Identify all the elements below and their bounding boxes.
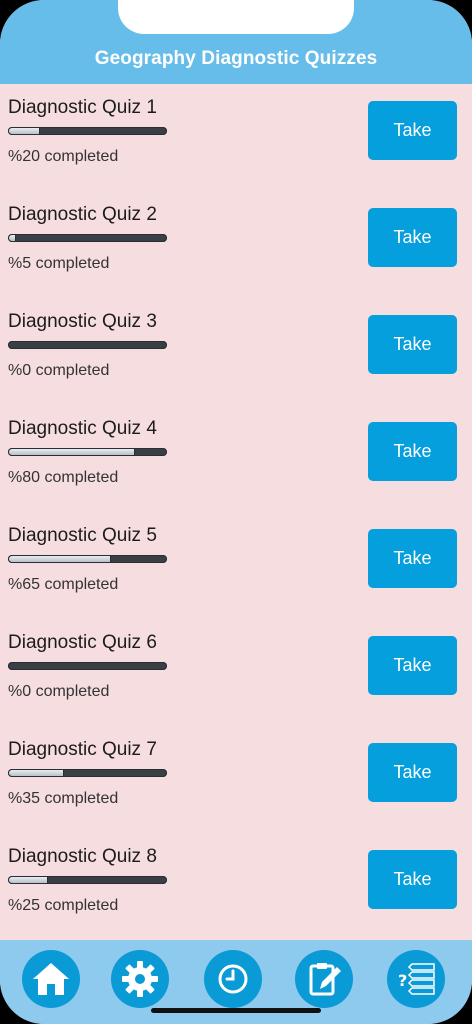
quiz-name: Diagnostic Quiz 4 [8, 418, 157, 439]
completion-status: %65 completed [8, 576, 119, 593]
quiz-row-3: Diagnostic Quiz 3 %0 completed Take [0, 298, 472, 405]
quiz-name: Diagnostic Quiz 8 [8, 846, 157, 867]
home-indicator [151, 1008, 321, 1013]
progress-bar [8, 555, 167, 563]
quiz-row-7: Diagnostic Quiz 7 %35 completed Take [0, 726, 472, 833]
take-quiz-button[interactable]: Take [368, 101, 457, 160]
take-quiz-button[interactable]: Take [368, 743, 457, 802]
take-quiz-button[interactable]: Take [368, 315, 457, 374]
quiz-row-4: Diagnostic Quiz 4 %80 completed Take [0, 405, 472, 512]
progress-bar [8, 234, 167, 242]
tab-notes[interactable] [295, 950, 353, 1008]
progress-bar [8, 341, 167, 349]
progress-bar [8, 127, 167, 135]
completion-status: %5 completed [8, 255, 110, 272]
device-notch [118, 0, 354, 34]
quiz-row-1: Diagnostic Quiz 1 %20 completed Take [0, 84, 472, 191]
tab-quizzes[interactable]: ? [387, 950, 445, 1008]
progress-fill [8, 127, 40, 135]
take-quiz-button[interactable]: Take [368, 208, 457, 267]
progress-fill [8, 769, 64, 777]
quiz-row-6: Diagnostic Quiz 6 %0 completed Take [0, 619, 472, 726]
quiz-name: Diagnostic Quiz 5 [8, 525, 157, 546]
quiz-list-icon: ? [398, 963, 435, 995]
quiz-list: Diagnostic Quiz 1 %20 completed Take Dia… [0, 84, 472, 940]
progress-fill [8, 234, 16, 242]
tab-settings[interactable] [111, 950, 169, 1008]
quiz-row-2: Diagnostic Quiz 2 %5 completed Take [0, 191, 472, 298]
quiz-name: Diagnostic Quiz 6 [8, 632, 157, 653]
clock-icon [218, 964, 248, 994]
take-quiz-button[interactable]: Take [368, 850, 457, 909]
progress-bar [8, 662, 167, 670]
take-quiz-button[interactable]: Take [368, 422, 457, 481]
quiz-name: Diagnostic Quiz 3 [8, 311, 157, 332]
completion-status: %20 completed [8, 148, 119, 165]
quiz-row-8: Diagnostic Quiz 8 %25 completed Take [0, 833, 472, 940]
quiz-name: Diagnostic Quiz 7 [8, 739, 157, 760]
completion-status: %80 completed [8, 469, 119, 486]
progress-fill [8, 448, 136, 456]
tab-history[interactable] [204, 950, 262, 1008]
quiz-row-5: Diagnostic Quiz 5 %65 completed Take [0, 512, 472, 619]
completion-status: %0 completed [8, 683, 110, 700]
completion-status: %0 completed [8, 362, 110, 379]
home-icon [33, 963, 69, 995]
progress-bar [8, 448, 167, 456]
progress-bar [8, 876, 167, 884]
completion-status: %35 completed [8, 790, 119, 807]
notepad-pencil-icon [309, 963, 341, 996]
page-title: Geography Diagnostic Quizzes [94, 48, 378, 69]
quiz-name: Diagnostic Quiz 1 [8, 97, 157, 118]
progress-fill [8, 555, 112, 563]
progress-fill [8, 876, 48, 884]
take-quiz-button[interactable]: Take [368, 529, 457, 588]
take-quiz-button[interactable]: Take [368, 636, 457, 695]
tab-home[interactable] [22, 950, 80, 1008]
app-screen: Geography Diagnostic Quizzes Diagnostic … [0, 0, 472, 1024]
header: Geography Diagnostic Quizzes [0, 0, 472, 84]
quiz-name: Diagnostic Quiz 2 [8, 204, 157, 225]
progress-bar [8, 769, 167, 777]
svg-text:?: ? [398, 971, 407, 990]
completion-status: %25 completed [8, 897, 119, 914]
gear-icon [122, 961, 158, 997]
